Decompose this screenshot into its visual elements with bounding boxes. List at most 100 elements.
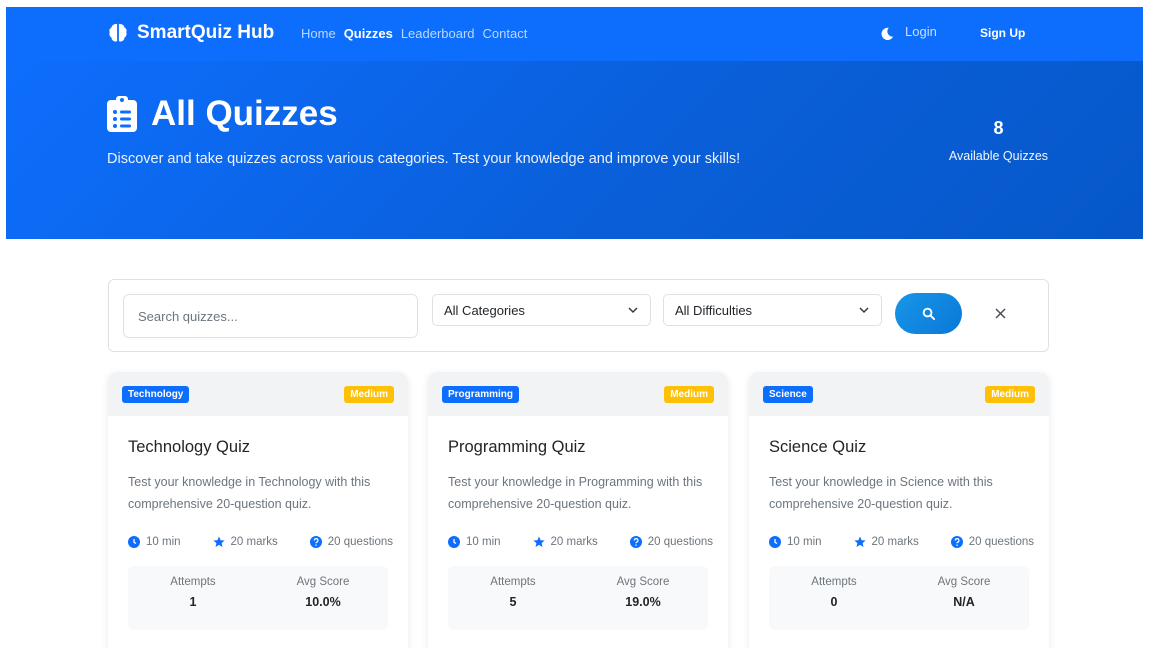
hero-description: Discover and take quizzes across various… [107,151,741,167]
marks-text: 20 marks [230,536,278,548]
difficulty-select[interactable]: All Difficulties [663,294,882,326]
marks-text: 20 marks [871,536,919,548]
search-button[interactable] [895,293,962,334]
login-link[interactable]: Login [905,24,937,39]
brain-icon [109,23,127,42]
star-icon [532,536,545,547]
duration-meta: 10 min [769,536,822,548]
search-input[interactable] [123,294,418,338]
avg-score-label: Avg Score [616,576,670,588]
quiz-meta: 10 min 20 marks 20 questions [769,536,1034,548]
questions-text: 20 questions [647,536,713,548]
clipboard-list-icon [107,96,137,132]
card-header: Programming Medium [428,372,728,416]
marks-meta: 20 marks [853,536,919,548]
nav-links: Home Quizzes Leaderboard Contact [301,26,535,41]
moon-icon[interactable] [880,27,894,41]
duration-meta: 10 min [128,536,181,548]
marks-text: 20 marks [550,536,598,548]
navbar: SmartQuiz Hub Home Quizzes Leaderboard C… [6,7,1143,61]
star-icon [853,536,866,547]
filter-bar: All Categories All Difficulties [108,279,1049,352]
marks-meta: 20 marks [212,536,278,548]
nav-link-contact[interactable]: Contact [483,26,528,41]
category-badge: Programming [442,386,520,403]
quiz-stats: Attempts 1 Avg Score 10.0% [128,566,388,630]
duration-text: 10 min [146,536,181,548]
search-icon [922,307,935,320]
category-select[interactable]: All Categories [432,294,651,326]
avg-score-stat: Avg Score N/A [914,576,1014,609]
quiz-stats: Attempts 5 Avg Score 19.0% [448,566,708,630]
nav-link-leaderboard[interactable]: Leaderboard [401,26,475,41]
duration-meta: 10 min [448,536,501,548]
brand-name: SmartQuiz Hub [137,22,275,43]
quiz-description: Test your knowledge in Technology with t… [128,475,371,511]
nav-link-home[interactable]: Home [301,26,336,41]
question-circle-icon [950,536,963,548]
duration-text: 10 min [466,536,501,548]
attempts-value: 1 [189,595,197,609]
available-quizzes-stat: 8 Available Quizzes [936,118,1061,163]
clock-icon [769,536,781,548]
quiz-stats: Attempts 0 Avg Score N/A [769,566,1029,630]
quiz-card[interactable]: Science Medium Science Quiz Test your kn… [749,372,1049,648]
difficulty-badge: Medium [344,386,394,403]
attempts-label: Attempts [811,576,857,588]
avg-score-value: 10.0% [305,595,341,609]
card-header: Science Medium [749,372,1049,416]
clock-icon [448,536,460,548]
signup-link[interactable]: Sign Up [980,26,1025,40]
available-quizzes-count: 8 [993,118,1004,138]
quiz-meta: 10 min 20 marks 20 questions [128,536,393,548]
marks-meta: 20 marks [532,536,598,548]
question-circle-icon [309,536,322,548]
difficulty-badge: Medium [985,386,1035,403]
avg-score-stat: Avg Score 19.0% [593,576,693,609]
attempts-value: 0 [830,595,838,609]
clock-icon [128,536,140,548]
quiz-title[interactable]: Technology Quiz [128,438,250,457]
chevron-down-icon [859,307,869,314]
quiz-meta: 10 min 20 marks 20 questions [448,536,713,548]
chevron-down-icon [628,307,638,314]
card-header: Technology Medium [108,372,408,416]
clear-filters-button[interactable] [993,306,1007,320]
attempts-stat: Attempts 1 [143,576,243,609]
questions-meta: 20 questions [309,536,393,548]
attempts-stat: Attempts 5 [463,576,563,609]
brand-logo-link[interactable]: SmartQuiz Hub [107,22,274,44]
category-badge: Science [763,386,813,403]
attempts-value: 5 [509,595,517,609]
page-title-text: All Quizzes [151,94,338,133]
quiz-card[interactable]: Technology Medium Technology Quiz Test y… [108,372,408,648]
hero-banner: All Quizzes Discover and take quizzes ac… [6,61,1143,239]
attempts-label: Attempts [490,576,536,588]
avg-score-label: Avg Score [937,576,991,588]
quiz-card[interactable]: Programming Medium Programming Quiz Test… [428,372,728,648]
nav-link-quizzes[interactable]: Quizzes [344,26,393,41]
category-badge: Technology [122,386,190,403]
difficulty-badge: Medium [664,386,714,403]
avg-score-value: 19.0% [625,595,661,609]
attempts-stat: Attempts 0 [784,576,884,609]
page-title: All Quizzes [107,94,338,134]
close-icon [994,307,1006,319]
avg-score-label: Avg Score [296,576,350,588]
quiz-description: Test your knowledge in Programming with … [448,475,703,511]
questions-text: 20 questions [968,536,1034,548]
questions-text: 20 questions [327,536,393,548]
quiz-title[interactable]: Science Quiz [769,438,866,457]
questions-meta: 20 questions [950,536,1034,548]
avg-score-stat: Avg Score 10.0% [273,576,373,609]
star-icon [212,536,225,547]
quiz-title[interactable]: Programming Quiz [448,438,586,457]
category-select-value: All Categories [444,303,525,318]
quiz-description: Test your knowledge in Science with this… [769,475,993,511]
difficulty-select-value: All Difficulties [675,303,753,318]
avg-score-value: N/A [953,595,975,609]
questions-meta: 20 questions [629,536,713,548]
available-quizzes-label: Available Quizzes [948,149,1049,163]
question-circle-icon [629,536,642,548]
duration-text: 10 min [787,536,822,548]
